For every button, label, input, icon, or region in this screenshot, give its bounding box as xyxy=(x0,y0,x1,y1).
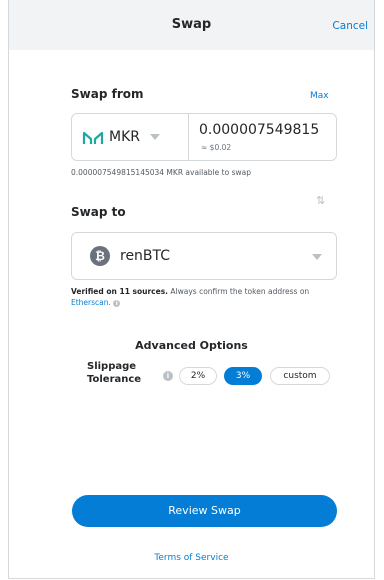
swap-from-label: Swap from xyxy=(71,87,144,101)
chevron-down-icon xyxy=(150,134,160,140)
page-title: Swap xyxy=(171,17,212,32)
maker-logo-icon xyxy=(82,131,104,144)
slippage-option-3[interactable]: 3% xyxy=(224,367,262,385)
info-icon[interactable]: i xyxy=(113,299,121,307)
available-balance: 0.000007549815145034 MKR available to sw… xyxy=(71,168,251,177)
review-swap-button[interactable]: Review Swap xyxy=(72,495,337,527)
swap-amount-input[interactable] xyxy=(199,122,333,138)
fiat-value: ≈ $0.02 xyxy=(201,143,232,152)
swap-from-box: MKR ≈ $0.02 xyxy=(71,113,337,161)
from-token-symbol: MKR xyxy=(109,129,140,145)
swap-panel: Swap Cancel Swap from Max MKR ≈ $0.02 0.… xyxy=(8,0,375,579)
slippage-tolerance-label: Slippage Tolerance xyxy=(87,360,141,386)
swap-direction-icon[interactable]: ⇅ xyxy=(316,194,325,207)
slippage-label-line1: Slippage xyxy=(87,361,137,372)
swap-to-label: Swap to xyxy=(71,205,126,219)
cancel-link[interactable]: Cancel xyxy=(332,20,368,32)
slippage-option-custom[interactable]: custom xyxy=(270,367,330,385)
to-token-dropdown[interactable]: ₿ renBTC xyxy=(71,232,337,280)
terms-of-service-link[interactable]: Terms of Service xyxy=(9,553,374,563)
max-link[interactable]: Max xyxy=(310,91,329,101)
slippage-option-2[interactable]: 2% xyxy=(179,367,217,385)
header-bar: Swap Cancel xyxy=(9,0,374,50)
verified-text: Always confirm the token address on xyxy=(168,287,310,296)
advanced-options-title: Advanced Options xyxy=(135,339,248,352)
from-token-dropdown[interactable]: MKR xyxy=(72,114,189,160)
etherscan-link[interactable]: Etherscan. xyxy=(71,298,111,307)
verification-note: Verified on 11 sources. Always confirm t… xyxy=(71,286,331,308)
bitcoin-logo-icon: ₿ xyxy=(90,246,110,266)
slippage-info-icon[interactable]: i xyxy=(163,371,173,381)
slippage-label-line2: Tolerance xyxy=(87,374,142,385)
verified-sources: Verified on 11 sources. xyxy=(71,287,169,296)
to-token-symbol: renBTC xyxy=(120,248,171,264)
chevron-down-icon xyxy=(312,254,322,260)
